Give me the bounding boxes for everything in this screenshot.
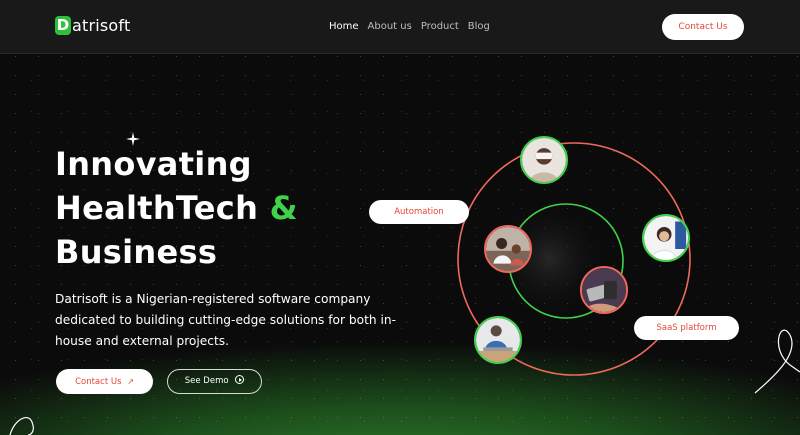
landing-page: D atrisoft Home About us Product Blog Co… xyxy=(0,0,800,435)
tag-automation: Automation xyxy=(369,200,469,224)
tag-saas-platform: SaaS platform xyxy=(634,316,739,340)
avatar-doctor-child xyxy=(484,225,532,273)
vr-headset-person-icon xyxy=(522,138,566,182)
doctor-with-child-icon xyxy=(486,227,530,271)
avatar-card-payment xyxy=(580,266,628,314)
laptop-worker-icon xyxy=(476,318,520,362)
card-payment-icon xyxy=(582,268,626,312)
swirl-decoration-left xyxy=(9,417,34,435)
avatar-call-center xyxy=(642,214,690,262)
avatar-laptop-worker xyxy=(474,316,522,364)
swirl-decoration-right xyxy=(754,329,800,394)
call-center-agent-icon xyxy=(644,216,688,260)
avatar-vr-user xyxy=(520,136,568,184)
